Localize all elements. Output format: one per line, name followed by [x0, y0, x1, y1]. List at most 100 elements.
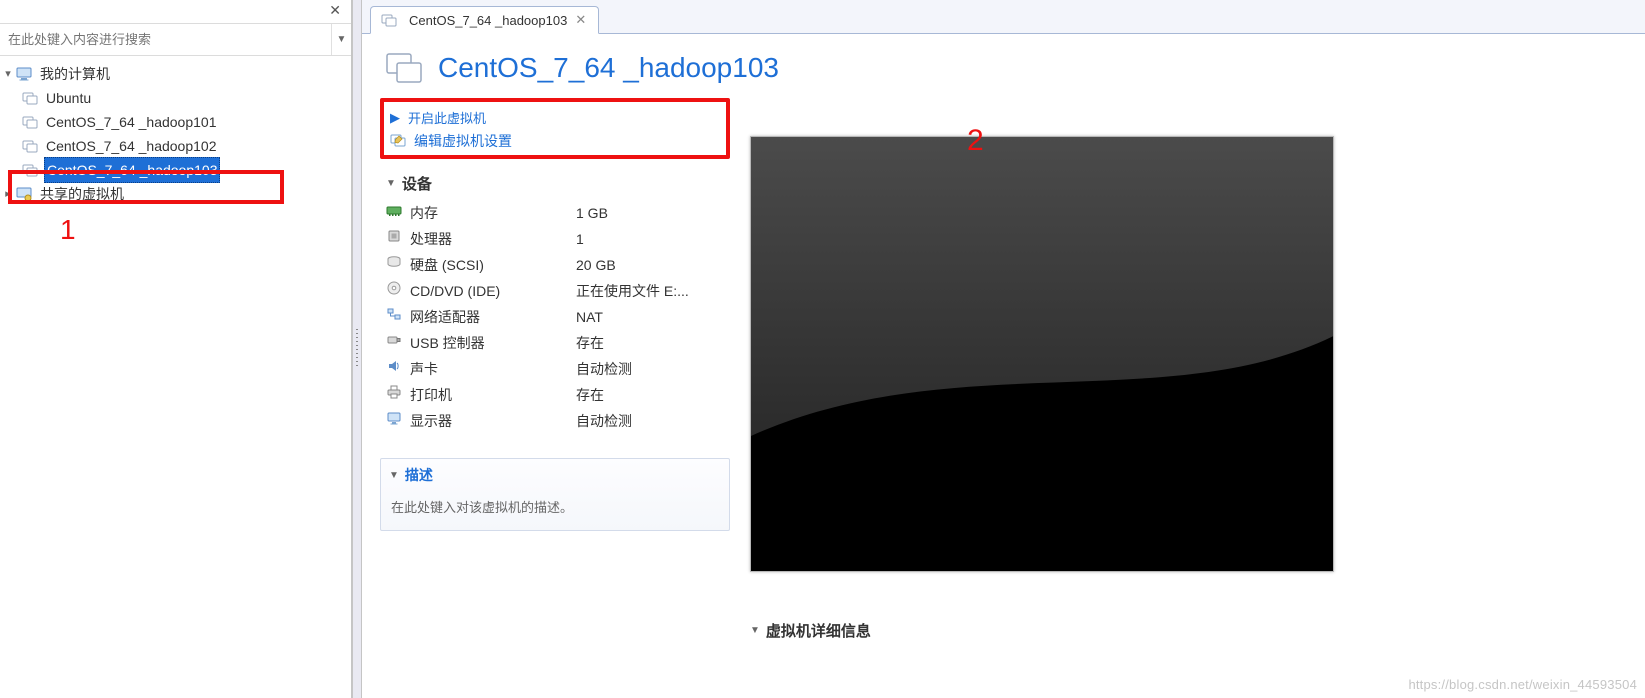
search-bar: ▼	[0, 24, 351, 56]
device-label: 显示器	[410, 408, 452, 434]
expander-icon[interactable]: ▾	[2, 62, 14, 86]
tab-label: CentOS_7_64 _hadoop103	[409, 13, 567, 28]
chevron-down-icon: ▼	[750, 625, 760, 636]
tree-label: 我的计算机	[38, 62, 112, 86]
tree-label: CentOS_7_64 _hadoop102	[44, 134, 218, 158]
devices-list: 内存 1 GB 处理器 1 硬盘 (SCSI	[380, 200, 730, 434]
device-value: 存在	[576, 330, 724, 356]
printer-icon	[386, 382, 402, 408]
close-icon[interactable]: ✕	[325, 2, 345, 19]
computer-icon	[16, 66, 32, 82]
device-label: 硬盘 (SCSI)	[410, 252, 484, 278]
device-row-cddvd[interactable]: CD/DVD (IDE) 正在使用文件 E:...	[380, 278, 730, 304]
usb-icon	[386, 330, 402, 356]
tree-item-ubuntu[interactable]: Ubuntu	[0, 86, 351, 110]
device-row-display[interactable]: 显示器 自动检测	[380, 408, 730, 434]
vm-details-header[interactable]: ▼ 虚拟机详细信息	[750, 620, 1627, 641]
device-value: NAT	[576, 304, 724, 330]
start-vm-label: 开启此虚拟机	[408, 108, 486, 127]
annotation-box-2: ▶ 开启此虚拟机 编辑虚拟机设置	[380, 98, 730, 159]
disk-icon	[386, 252, 402, 278]
summary-panel: ▶ 开启此虚拟机 编辑虚拟机设置 ▼ 设备	[380, 96, 730, 641]
device-value: 20 GB	[576, 252, 724, 278]
play-icon: ▶	[390, 110, 400, 126]
watermark: https://blog.csdn.net/weixin_44593504	[1408, 677, 1637, 692]
tree-item-hadoop103[interactable]: CentOS_7_64 _hadoop103	[0, 158, 351, 182]
preview-panel: ▼ 虚拟机详细信息	[750, 96, 1627, 641]
sidebar-header: ✕	[0, 0, 351, 24]
chevron-down-icon: ▼	[386, 178, 396, 189]
page-title: CentOS_7_64 _hadoop103	[438, 52, 779, 84]
device-label: 打印机	[410, 382, 452, 408]
vm-icon	[22, 162, 38, 178]
devices-title: 设备	[402, 173, 432, 194]
device-label: 内存	[410, 200, 438, 226]
tree-label: CentOS_7_64 _hadoop101	[44, 110, 218, 134]
vm-screen-preview[interactable]	[750, 136, 1334, 572]
settings-icon	[390, 132, 406, 151]
device-value: 1 GB	[576, 200, 724, 226]
preview-image	[751, 137, 1333, 572]
chevron-down-icon: ▼	[337, 34, 347, 45]
tree-root-shared-vms[interactable]: ▸ 共享的虚拟机	[0, 182, 351, 206]
tree-label: CentOS_7_64 _hadoop103	[44, 157, 220, 183]
edit-vm-label: 编辑虚拟机设置	[414, 131, 512, 151]
device-value: 自动检测	[576, 408, 724, 434]
tab-hadoop103[interactable]: CentOS_7_64 _hadoop103 ✕	[370, 6, 599, 34]
device-row-network[interactable]: 网络适配器 NAT	[380, 304, 730, 330]
device-label: CD/DVD (IDE)	[410, 278, 500, 304]
annotation-number-1: 1	[60, 214, 76, 246]
device-row-memory[interactable]: 内存 1 GB	[380, 200, 730, 226]
search-dropdown-button[interactable]: ▼	[331, 24, 351, 55]
page-header: CentOS_7_64 _hadoop103	[362, 34, 1645, 96]
vm-icon	[22, 114, 38, 130]
device-row-usb[interactable]: USB 控制器 存在	[380, 330, 730, 356]
device-label: USB 控制器	[410, 330, 485, 356]
expander-icon[interactable]: ▸	[2, 182, 14, 206]
grip-icon	[356, 329, 358, 369]
tree-item-hadoop101[interactable]: CentOS_7_64 _hadoop101	[0, 110, 351, 134]
device-value: 自动检测	[576, 356, 724, 382]
sound-icon	[386, 356, 402, 382]
cd-icon	[386, 278, 402, 304]
vm-large-icon	[384, 48, 424, 88]
device-row-disk[interactable]: 硬盘 (SCSI) 20 GB	[380, 252, 730, 278]
shared-icon	[16, 186, 32, 202]
chevron-down-icon: ▼	[389, 470, 399, 481]
device-value: 存在	[576, 382, 724, 408]
sidebar: ✕ ▼ ▾ 我的计算机 Ubuntu	[0, 0, 352, 698]
description-title: 描述	[405, 465, 433, 485]
memory-icon	[386, 200, 402, 226]
start-vm-link[interactable]: ▶ 开启此虚拟机	[384, 106, 726, 127]
device-row-cpu[interactable]: 处理器 1	[380, 226, 730, 252]
device-label: 声卡	[410, 356, 438, 382]
device-row-printer[interactable]: 打印机 存在	[380, 382, 730, 408]
network-icon	[386, 304, 402, 330]
tree-item-hadoop102[interactable]: CentOS_7_64 _hadoop102	[0, 134, 351, 158]
device-value: 1	[576, 226, 724, 252]
tab-close-icon[interactable]: ✕	[573, 12, 588, 28]
tree-label: 共享的虚拟机	[38, 182, 126, 206]
devices-section-header[interactable]: ▼ 设备	[380, 163, 730, 200]
device-value: 正在使用文件 E:...	[576, 278, 724, 304]
device-row-sound[interactable]: 声卡 自动检测	[380, 356, 730, 382]
tree-root-my-computer[interactable]: ▾ 我的计算机	[0, 62, 351, 86]
vm-icon	[381, 12, 397, 28]
description-panel: ▼ 描述 在此处键入对该虚拟机的描述。	[380, 458, 730, 531]
main-panel: CentOS_7_64 _hadoop103 ✕ CentOS_7_64 _ha…	[362, 0, 1645, 698]
description-header[interactable]: ▼ 描述	[381, 459, 729, 491]
vm-tree: ▾ 我的计算机 Ubuntu CentOS_7_64 _hadoop101	[0, 56, 351, 212]
description-placeholder[interactable]: 在此处键入对该虚拟机的描述。	[381, 491, 729, 530]
vm-icon	[22, 138, 38, 154]
device-label: 处理器	[410, 226, 452, 252]
vm-icon	[22, 90, 38, 106]
vm-details-title: 虚拟机详细信息	[766, 620, 871, 641]
cpu-icon	[386, 226, 402, 252]
tree-label: Ubuntu	[44, 86, 93, 110]
device-label: 网络适配器	[410, 304, 480, 330]
tab-strip: CentOS_7_64 _hadoop103 ✕	[362, 0, 1645, 34]
display-icon	[386, 408, 402, 434]
search-input[interactable]	[0, 32, 331, 47]
edit-vm-settings-link[interactable]: 编辑虚拟机设置	[384, 127, 726, 155]
splitter[interactable]	[352, 0, 362, 698]
